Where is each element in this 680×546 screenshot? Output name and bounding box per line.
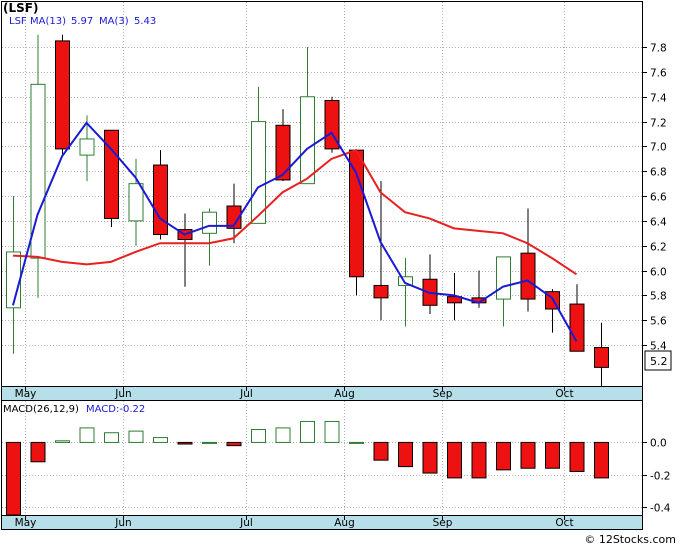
price-tick-label: 7.8 <box>650 43 667 55</box>
macd-month-band <box>1 515 643 530</box>
month-label: Aug <box>334 517 355 529</box>
macd-tick-label: -0.2 <box>650 471 671 483</box>
candle-body <box>6 251 21 309</box>
macd-tick-label: -0.4 <box>650 503 671 515</box>
macd-bar-positive <box>275 427 291 443</box>
macd-bar-negative <box>226 441 242 447</box>
candle-body <box>496 256 511 300</box>
candle-body <box>520 252 536 300</box>
candle-down <box>324 96 340 153</box>
price-tick-label: 6.6 <box>650 192 667 204</box>
macd-tick-label: 0.0 <box>650 438 667 450</box>
price-tick-label: 6.8 <box>650 167 667 179</box>
legend-ma3-value: 5.43 <box>134 16 156 27</box>
candle-body <box>349 149 364 278</box>
macd-bar-positive <box>79 427 95 443</box>
macd-bar-positive <box>202 441 217 444</box>
watermark: © 12Stocks.com <box>584 533 676 546</box>
macd-bar-positive <box>153 437 168 443</box>
price-panel-frame <box>1 1 643 387</box>
price-tick-label: 6.0 <box>650 267 667 279</box>
price-tick-label: 5.8 <box>650 291 667 303</box>
macd-bar-positive <box>55 440 70 443</box>
candle-body <box>373 284 389 299</box>
month-label: May <box>15 517 37 529</box>
stock-chart: 5.45.65.86.06.26.46.66.87.07.27.47.67.8 … <box>1 1 676 546</box>
month-label: Sep <box>433 388 453 400</box>
macd-bar-negative <box>545 441 560 469</box>
ticker-title: (LSF) <box>3 1 38 15</box>
candle-body <box>300 96 315 185</box>
macd-bar-positive <box>324 420 340 443</box>
macd-bar-negative <box>373 441 389 461</box>
macd-bar-positive <box>128 430 144 443</box>
macd-bar-negative <box>594 441 609 479</box>
legend-ma3-label: MA(3) <box>99 16 129 27</box>
month-label: Oct <box>555 517 573 529</box>
price-tick-label: 7.6 <box>650 68 667 80</box>
month-label: Jul <box>239 517 253 529</box>
candle-body <box>55 40 70 150</box>
price-tick-label: 7.2 <box>650 118 667 130</box>
macd-bar-negative <box>520 441 536 469</box>
macd-y-axis: -0.4 -0.2 0.0 <box>642 438 671 515</box>
month-label: Oct <box>555 388 573 400</box>
candle-body <box>128 183 144 222</box>
macd-bar-negative <box>177 441 193 445</box>
candle-body <box>251 121 266 224</box>
price-tick-label: 5.6 <box>650 316 667 328</box>
macd-bar-positive <box>300 420 315 443</box>
month-label: Sep <box>433 517 453 529</box>
candle-body <box>275 124 291 181</box>
candle-body <box>202 211 217 234</box>
price-tick-label: 7.4 <box>650 93 667 105</box>
price-month-band <box>1 386 643 401</box>
macd-bar-negative <box>496 441 511 471</box>
macd-bar-negative <box>422 441 438 474</box>
candle-body <box>594 347 609 368</box>
macd-bar-negative <box>30 441 46 463</box>
candle-body <box>153 164 168 236</box>
month-label: May <box>15 388 37 400</box>
candle-body <box>79 138 95 156</box>
last-price-value: 5.2 <box>650 355 668 368</box>
candle-body <box>569 303 585 352</box>
macd-bar-negative <box>447 441 462 479</box>
macd-bar-negative <box>569 441 585 472</box>
chart-root: 5.4 5.6 5.8 6.0 6.2 6.4 6.6 6.8 7.0 7.2 7.4 7.6 7.8 … <box>0 0 680 546</box>
month-label: Jul <box>239 388 253 400</box>
macd-bar-positive <box>104 432 119 443</box>
legend-ma13-value: 5.97 <box>71 16 93 27</box>
macd-label: MACD(26,12,9) <box>3 404 79 415</box>
macd-bar-negative <box>398 441 413 468</box>
price-tick-label: 6.2 <box>650 242 667 254</box>
month-label: Jun <box>114 388 131 400</box>
legend-symbol: LSF <box>9 16 27 27</box>
macd-bar-negative <box>471 441 487 479</box>
legend-ma13-label: MA(13) <box>30 16 66 27</box>
macd-value-label: MACD:-0.22 <box>86 404 145 415</box>
price-tick-label: 7.0 <box>650 142 667 154</box>
macd-bar-negative <box>6 441 21 515</box>
month-label: Aug <box>334 388 355 400</box>
macd-bar-positive <box>349 441 364 444</box>
macd-bar-positive <box>251 429 266 443</box>
candle-down <box>55 34 70 156</box>
price-y-axis: 5.45.65.86.06.26.46.66.87.07.27.47.67.8 <box>642 43 667 353</box>
price-tick-label: 6.4 <box>650 217 667 229</box>
month-label: Jun <box>114 517 131 529</box>
